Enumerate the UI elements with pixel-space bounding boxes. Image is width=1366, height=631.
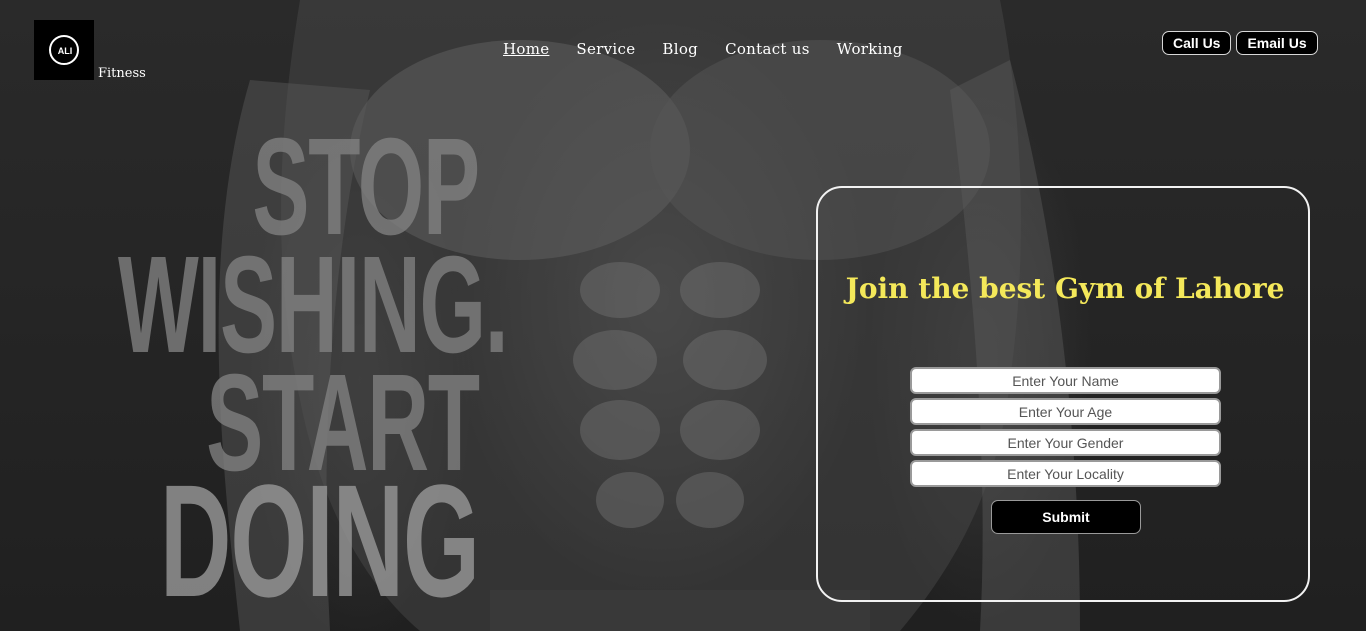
landing-page: ALI Fitness Home Service Blog Contact us… <box>0 0 1366 631</box>
nav-home[interactable]: Home <box>503 40 549 58</box>
nav-service[interactable]: Service <box>576 40 635 58</box>
nav-contact-us[interactable]: Contact us <box>725 40 810 58</box>
logo-mark-icon: ALI <box>49 35 79 65</box>
call-us-button[interactable]: Call Us <box>1162 31 1232 55</box>
logo[interactable]: ALI <box>34 20 94 80</box>
name-input[interactable] <box>910 367 1221 394</box>
submit-button[interactable]: Submit <box>991 500 1141 534</box>
locality-input[interactable] <box>910 460 1221 487</box>
svg-text:ALI: ALI <box>58 46 73 56</box>
brand-name: Fitness <box>98 66 146 81</box>
form-title: Join the best Gym of Lahore <box>845 272 1285 305</box>
age-input[interactable] <box>910 398 1221 425</box>
hero-line-4: DOING <box>159 451 480 630</box>
nav-blog[interactable]: Blog <box>662 40 698 58</box>
header-actions: Call Us Email Us <box>1162 31 1318 55</box>
main-nav: Home Service Blog Contact us Working <box>503 40 903 58</box>
nav-working[interactable]: Working <box>837 40 903 58</box>
email-us-button[interactable]: Email Us <box>1236 31 1318 55</box>
hero-slogan: STOP WISHING. START DOING <box>118 118 521 630</box>
join-form: Join the best Gym of Lahore Submit <box>816 186 1310 602</box>
gender-input[interactable] <box>910 429 1221 456</box>
